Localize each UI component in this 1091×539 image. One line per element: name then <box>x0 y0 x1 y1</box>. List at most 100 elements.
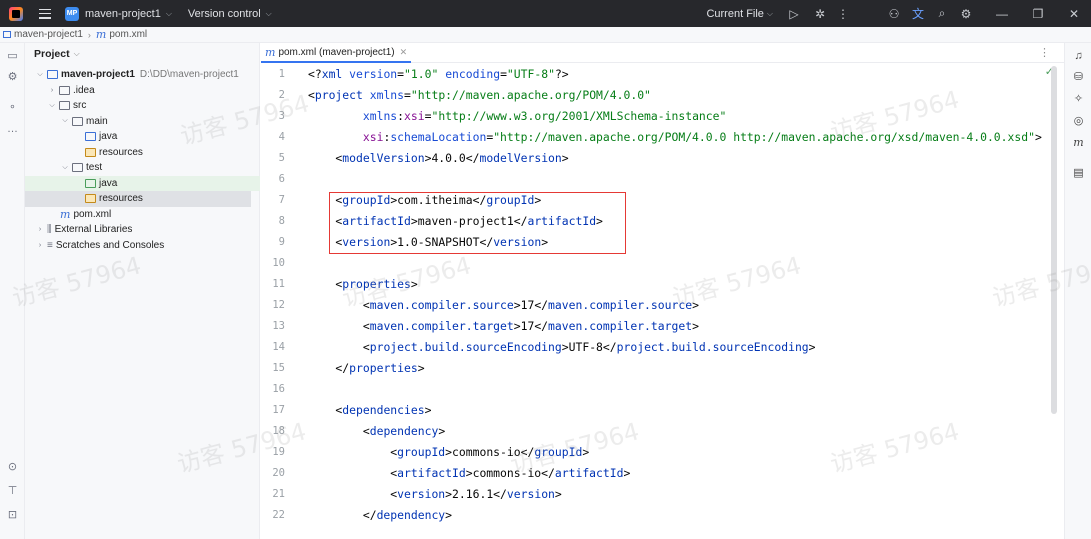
tree-item-main-resources[interactable]: resources <box>25 145 260 161</box>
line-number: 8 <box>278 215 285 227</box>
line-number: 1 <box>278 68 285 80</box>
code-line-compiler-source[interactable]: <maven.compiler.source>17</maven.compile… <box>308 298 699 312</box>
highlight-box <box>329 192 626 254</box>
tree-item-project-root[interactable]: ⌵ maven-project1 D:\DD\maven-project1 <box>25 67 260 83</box>
settings-gear-icon[interactable]: ⚙ <box>959 7 973 21</box>
version-control-menu[interactable]: Version control <box>188 8 261 20</box>
project-folder-icon[interactable]: ▭ <box>6 49 19 62</box>
code-line-properties-close[interactable]: </properties> <box>308 361 424 375</box>
project-tool-window: Project ⌵ ⌵ maven-project1 D:\DD\maven-p… <box>25 43 260 539</box>
line-number: 12 <box>272 299 285 311</box>
maven-file-icon: m <box>265 45 276 59</box>
code-line-compiler-target[interactable]: <maven.compiler.target>17</maven.compile… <box>308 319 699 333</box>
more-tools-icon[interactable]: … <box>6 122 19 135</box>
folder-icon <box>59 85 70 95</box>
code-line-dependency-open[interactable]: <dependency> <box>308 424 445 438</box>
tree-item-test-resources[interactable]: resources <box>25 191 251 207</box>
debug-icon[interactable]: ✲ <box>813 7 827 21</box>
code-line-source-encoding[interactable]: <project.build.sourceEncoding>UTF-8</pro… <box>308 340 816 354</box>
more-actions-icon[interactable]: ⋮ <box>837 7 849 21</box>
editor-tab-pom[interactable]: m pom.xml (maven-project1) ✕ <box>261 43 412 63</box>
translate-icon[interactable]: 文 <box>911 5 925 22</box>
chevron-down-icon: ⌵ <box>265 8 272 18</box>
project-badge: MP <box>65 6 79 21</box>
tab-label: pom.xml (maven-project1) <box>278 46 395 58</box>
structure-icon[interactable]: ∘ <box>6 100 19 113</box>
more-tabs-icon[interactable]: ⋮ <box>1039 46 1050 59</box>
project-panel-header[interactable]: Project ⌵ <box>25 43 259 65</box>
chevron-down-icon: ⌵ <box>165 8 172 18</box>
tree-item-main-java[interactable]: java <box>25 129 260 145</box>
folder-icon <box>72 116 83 126</box>
chevron-down-icon: ⌵ <box>766 8 773 18</box>
line-number: 5 <box>278 152 285 164</box>
line-number: 16 <box>272 383 285 395</box>
maven-icon[interactable]: m <box>1072 136 1085 149</box>
line-number-gutter: 1 2 3 4 5 6 7 8 9 10 11 12 13 14 15 16 1… <box>261 63 306 539</box>
tree-item-pom[interactable]: m pom.xml <box>25 207 260 223</box>
run-config-selector[interactable]: Current File <box>706 8 763 20</box>
tree-item-path: D:\DD\maven-project1 <box>139 69 239 81</box>
code-line-dep-version[interactable]: <version>2.16.1</version> <box>308 487 562 501</box>
tree-item-idea[interactable]: › .idea <box>25 83 260 99</box>
tree-item-label: External Libraries <box>54 224 133 236</box>
line-number: 18 <box>272 425 285 437</box>
tree-item-label: resources <box>99 193 143 205</box>
code-line-dep-group-id[interactable]: <groupId>commons-io</groupId> <box>308 445 589 459</box>
close-tab-icon[interactable]: ✕ <box>400 47 408 58</box>
code-line-xmlns-xsi[interactable]: xmlns:xsi="http://www.w3.org/2001/XMLSch… <box>308 109 726 123</box>
services-icon[interactable]: ⊙ <box>6 460 19 473</box>
ai-assistant-icon[interactable]: ✧ <box>1072 92 1085 105</box>
tree-item-label: src <box>73 100 87 112</box>
chevron-right-icon: › <box>87 29 91 40</box>
line-number: 9 <box>278 236 285 248</box>
add-user-icon[interactable]: ⚇ <box>887 7 901 21</box>
intellij-logo-icon[interactable] <box>9 6 23 21</box>
editor-area: m pom.xml (maven-project1) ✕ ⋮ ✓ 1 2 3 4… <box>261 43 1064 539</box>
code-line-properties-open[interactable]: <properties> <box>308 277 417 291</box>
code-line-xml-declaration[interactable]: <?xml version="1.0" encoding="UTF-8"?> <box>308 67 569 81</box>
commit-icon[interactable]: ⚙ <box>6 70 19 83</box>
project-switcher[interactable]: maven-project1 <box>85 8 161 20</box>
module-icon <box>3 31 11 38</box>
main-menu-icon[interactable] <box>39 8 51 19</box>
vertical-scrollbar[interactable] <box>1051 66 1057 414</box>
tree-item-label: test <box>86 162 103 174</box>
tree-item-test[interactable]: ⌵ test <box>25 160 260 176</box>
left-tool-strip: ▭ ⚙ ∘ … ⊙ ⊤ ⊡ <box>0 43 25 539</box>
line-number: 22 <box>272 509 285 521</box>
tree-item-src[interactable]: ⌵ src <box>25 98 260 114</box>
code-line-model-version[interactable]: <modelVersion>4.0.0</modelVersion> <box>308 151 568 165</box>
terminal-icon[interactable]: ⊡ <box>6 508 19 521</box>
tree-item-test-java[interactable]: java <box>25 175 260 191</box>
restore-icon[interactable]: ❐ <box>1031 7 1045 21</box>
minimize-icon[interactable]: — <box>995 7 1009 21</box>
breadcrumb-file-label: pom.xml <box>109 29 148 40</box>
test-resources-folder-icon <box>85 194 96 204</box>
code-line-dependencies-open[interactable]: <dependencies> <box>308 403 431 417</box>
breadcrumb-file[interactable]: m pom.xml <box>96 28 147 41</box>
tree-item-label: .idea <box>73 84 95 96</box>
tree-item-scratches[interactable]: › ≡ Scratches and Consoles <box>25 238 260 254</box>
search-icon[interactable]: ⌕ <box>935 6 949 21</box>
tree-item-label: java <box>99 131 118 143</box>
run-icon[interactable]: ▷ <box>787 7 801 21</box>
line-number: 19 <box>272 446 285 458</box>
database-icon[interactable]: ⛁ <box>1072 70 1085 83</box>
close-icon[interactable]: ✕ <box>1067 7 1081 21</box>
breadcrumb-project[interactable]: maven-project1 <box>3 29 83 40</box>
gradle-icon[interactable]: ▤ <box>1072 166 1085 179</box>
tree-item-external-libraries[interactable]: › ⫼ External Libraries <box>25 222 260 238</box>
build-icon[interactable]: ⊤ <box>6 484 19 497</box>
folder-icon <box>59 101 70 111</box>
tree-item-label: java <box>99 177 118 189</box>
code-line-schema-location[interactable]: xsi:schemaLocation="http://maven.apache.… <box>308 130 1042 144</box>
code-line-project-open[interactable]: <project xmlns="http://maven.apache.org/… <box>308 88 651 102</box>
code-line-dependency-close[interactable]: </dependency> <box>308 508 452 522</box>
tree-item-main[interactable]: ⌵ main <box>25 114 260 130</box>
copilot-icon[interactable]: ◎ <box>1072 114 1085 127</box>
code-line-dep-artifact-id[interactable]: <artifactId>commons-io</artifactId> <box>308 466 630 480</box>
right-tool-strip: ♫ ⛁ ✧ ◎ m ▤ <box>1064 43 1091 539</box>
chevron-down-icon: ⌵ <box>73 49 80 58</box>
notifications-icon[interactable]: ♫ <box>1072 49 1085 62</box>
